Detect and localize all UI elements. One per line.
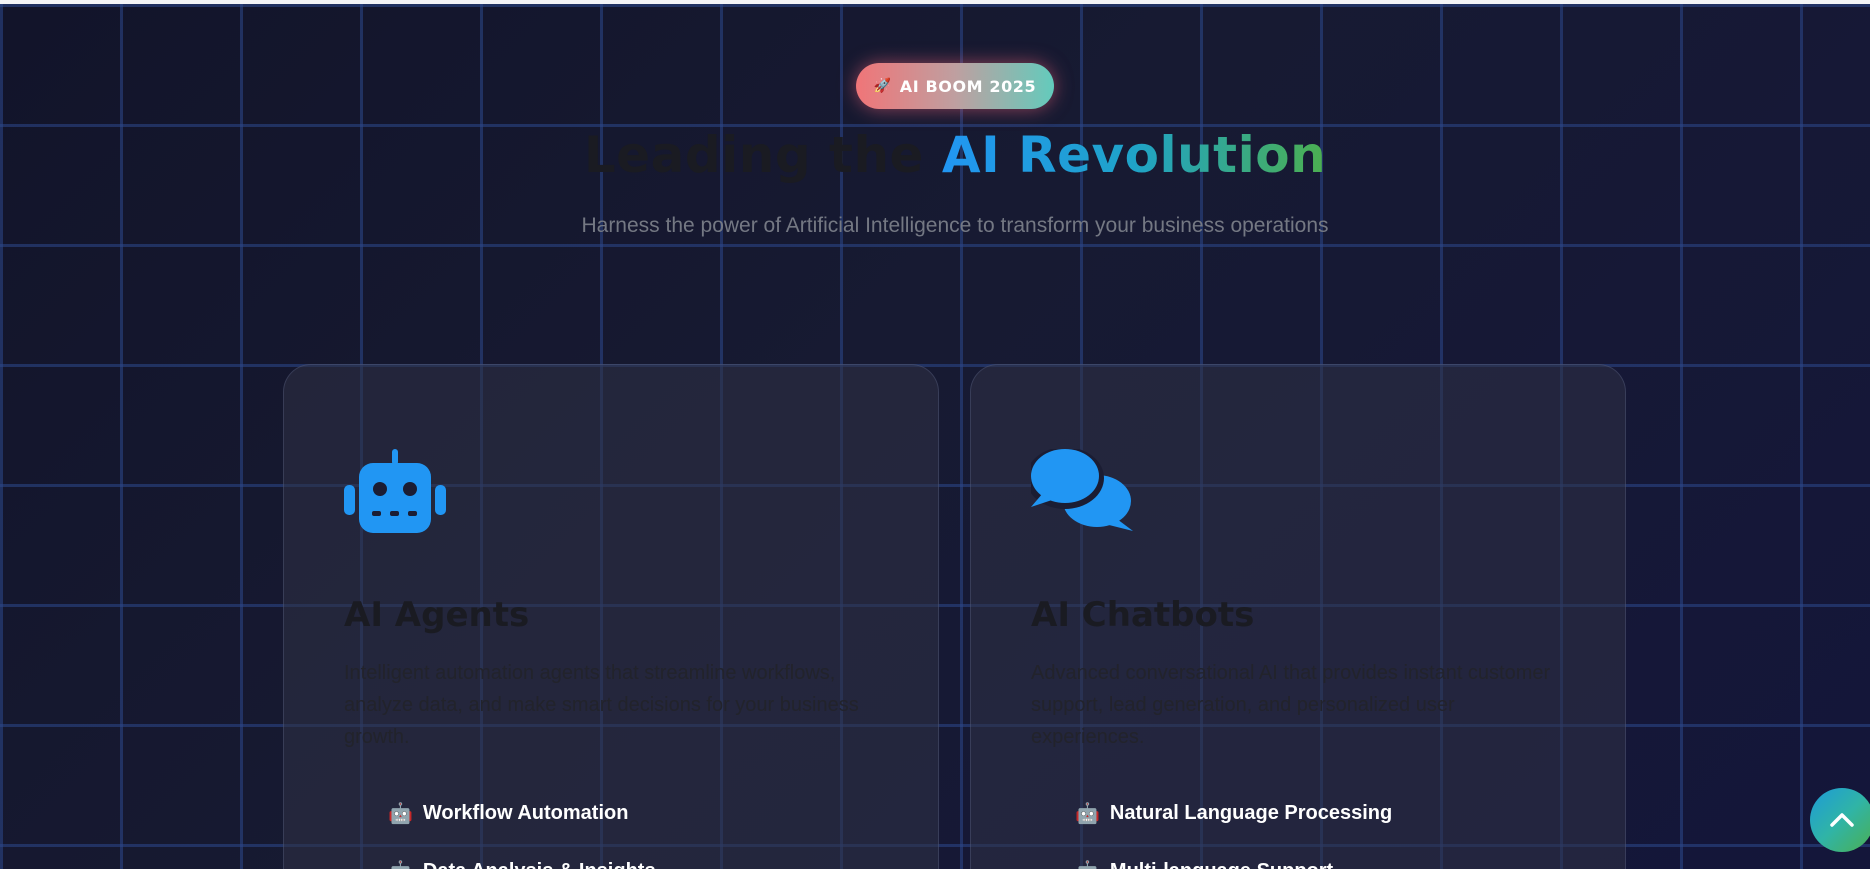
- chevron-up-icon: [1830, 813, 1854, 827]
- headline-lead: Leading the: [583, 126, 942, 184]
- feature-item: 🤖 Natural Language Processing: [1075, 801, 1392, 826]
- card-ai-chatbots[interactable]: AI Chatbots Advanced conversational AI t…: [970, 364, 1626, 869]
- robot-emoji-icon: 🤖: [1075, 859, 1100, 869]
- card-title: AI Chatbots: [1031, 595, 1255, 635]
- feature-item: 🤖 Data Analysis & Insights: [388, 859, 656, 869]
- chat-bubbles-icon: [1026, 447, 1135, 538]
- feature-label: Workflow Automation: [422, 802, 629, 824]
- hero-subtitle: Harness the power of Artificial Intellig…: [581, 214, 1329, 237]
- card-description: Advanced conversational AI that provides…: [1031, 662, 1551, 748]
- card-ai-agents[interactable]: AI Agents Intelligent automation agents …: [283, 364, 939, 869]
- feature-item: 🤖 Multi-language Support: [1075, 859, 1333, 869]
- robot-icon: [344, 449, 446, 538]
- ai-boom-badge: 🚀 AI BOOM 2025: [856, 63, 1054, 109]
- rocket-icon: 🚀: [873, 78, 892, 94]
- robot-emoji-icon: 🤖: [1075, 803, 1100, 825]
- feature-label: Natural Language Processing: [1109, 802, 1393, 824]
- card-title: AI Agents: [344, 595, 530, 635]
- feature-label: Data Analysis & Insights: [423, 860, 656, 869]
- robot-emoji-icon: 🤖: [388, 803, 413, 825]
- hero-headline: Leading the AI Revolution: [0, 126, 1870, 184]
- feature-item: 🤖 Workflow Automation: [388, 801, 628, 826]
- headline-highlight: AI Revolution: [941, 126, 1327, 184]
- badge-label: AI BOOM 2025: [899, 76, 1037, 96]
- feature-label: Multi-language Support: [1110, 860, 1333, 869]
- page: 🚀 AI BOOM 2025 Leading the AI Revolution…: [0, 0, 1870, 869]
- scroll-to-top-button[interactable]: [1810, 788, 1870, 852]
- robot-emoji-icon: 🤖: [388, 859, 413, 869]
- card-description: Intelligent automation agents that strea…: [344, 662, 859, 748]
